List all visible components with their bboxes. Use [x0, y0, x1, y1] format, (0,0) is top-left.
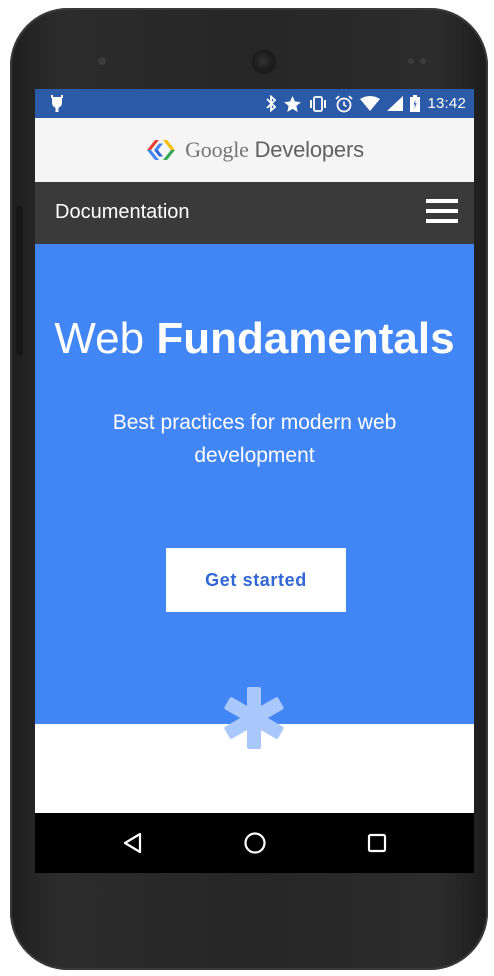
side-power-button [16, 206, 23, 356]
wifi-icon [360, 96, 381, 111]
documentation-label[interactable]: Documentation [55, 201, 190, 224]
hero-title: Web Fundamentals [35, 314, 474, 364]
front-camera [254, 52, 274, 72]
back-button[interactable] [117, 827, 149, 859]
google-developers-logo-icon[interactable] [145, 137, 177, 163]
site-header: Google Developers [35, 118, 474, 182]
hero-title-bold: Fundamentals [156, 314, 455, 363]
hero-subtitle: Best practices for modern web developmen… [112, 411, 397, 467]
bluetooth-icon [266, 95, 277, 112]
status-time: 13:42 [427, 95, 466, 112]
home-icon [244, 832, 266, 854]
signal-icon [387, 96, 404, 111]
sensor-dot-right [408, 58, 414, 64]
star-icon [284, 95, 302, 112]
hero-title-light: Web [54, 314, 145, 363]
debug-icon [51, 95, 63, 112]
hamburger-menu-icon[interactable] [426, 199, 458, 227]
hero-section: Web Fundamentals Best practices for mode… [35, 244, 474, 724]
site-logo-text[interactable]: Google Developers [185, 137, 364, 163]
status-icons: 13:42 [265, 89, 466, 118]
asterisk-icon [224, 687, 284, 749]
recents-button[interactable] [361, 827, 393, 859]
documentation-bar: Documentation [35, 182, 474, 244]
sensor-dot-right-2 [420, 58, 426, 64]
vibrate-icon [310, 95, 327, 112]
logo-brand: Google [185, 137, 249, 162]
battery-icon [410, 95, 421, 112]
sensor-dot [98, 57, 106, 65]
logo-product: Developers [254, 137, 364, 162]
android-nav-bar [35, 813, 474, 873]
back-icon [123, 832, 142, 854]
status-bar: 13:42 [35, 89, 474, 118]
recents-icon [367, 833, 387, 853]
get-started-button[interactable]: Get started [166, 548, 346, 612]
home-button[interactable] [239, 827, 271, 859]
alarm-icon [335, 95, 354, 112]
phone-screen: 13:42 Google Developers Documentation We… [35, 89, 474, 873]
